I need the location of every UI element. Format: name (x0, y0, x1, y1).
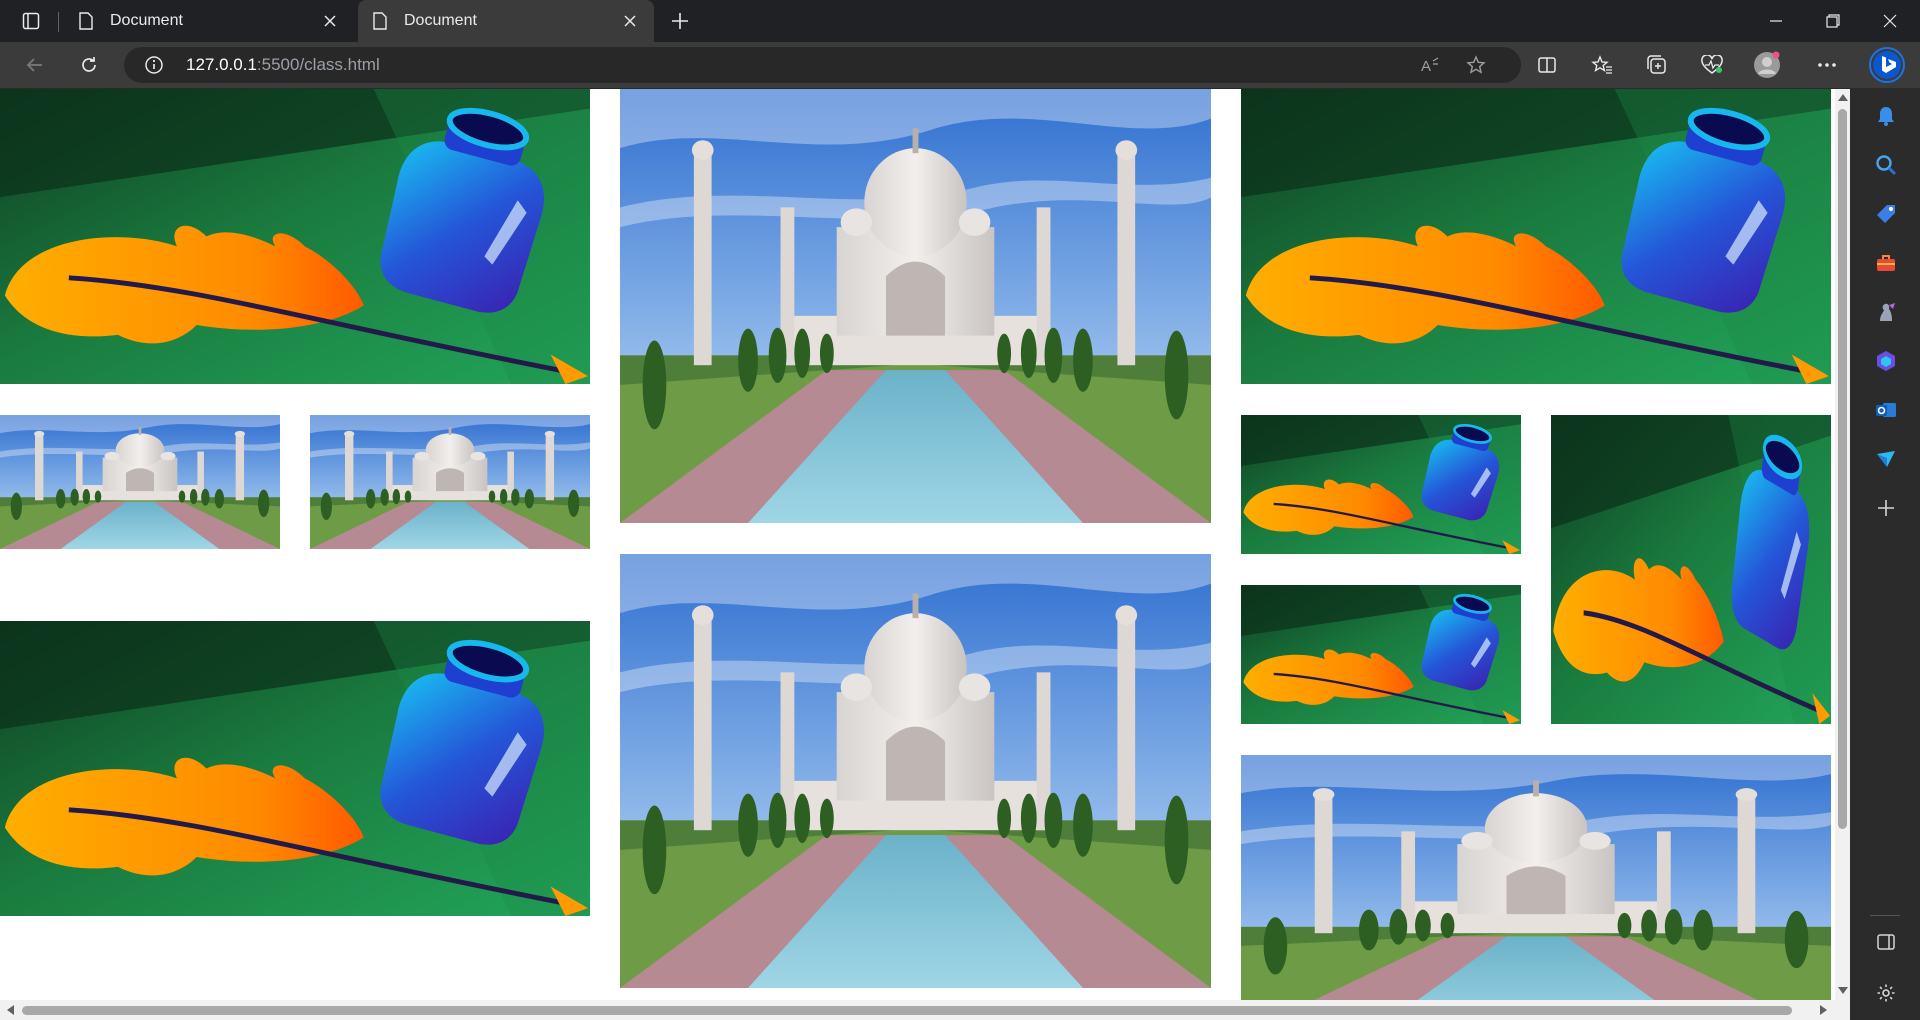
minimize-icon (1770, 20, 1782, 22)
taj-mahal-image (620, 89, 1211, 523)
minimize-button[interactable] (1748, 0, 1804, 42)
vertical-scrollbar[interactable] (1835, 89, 1850, 1000)
performance-button[interactable] (1695, 48, 1729, 82)
copilot-button[interactable] (1866, 45, 1908, 85)
tab-document-1[interactable]: Document (64, 0, 354, 42)
quill-ink-image (1241, 415, 1521, 554)
close-icon[interactable] (318, 9, 342, 33)
sidebar-divider (1870, 915, 1900, 916)
taj-mahal-image (310, 415, 590, 549)
copilot-m365-icon[interactable] (1873, 348, 1899, 374)
tab-title: Document (404, 12, 477, 29)
taj-mahal-image (620, 554, 1211, 988)
back-button[interactable] (18, 48, 52, 82)
settings-icon[interactable] (1873, 980, 1899, 1006)
quill-ink-image (1551, 415, 1831, 724)
restore-button[interactable] (1805, 0, 1861, 42)
more-icon (1818, 63, 1836, 67)
tab-actions-icon[interactable] (14, 6, 48, 36)
url-host: 127.0.0.1 (186, 55, 257, 74)
address-bar[interactable]: 127.0.0.1:5500/class.html A (124, 47, 1521, 83)
panel-icon[interactable] (1873, 929, 1899, 955)
close-icon (1883, 14, 1897, 28)
document-icon (78, 12, 96, 30)
scroll-down-icon[interactable] (1837, 985, 1848, 997)
refresh-button[interactable] (72, 48, 106, 82)
search-icon[interactable] (1873, 152, 1899, 178)
info-icon[interactable] (144, 55, 164, 75)
outlook-icon[interactable] (1873, 397, 1899, 423)
more-button[interactable] (1810, 48, 1844, 82)
scroll-left-icon[interactable] (4, 1004, 16, 1016)
profile-button[interactable] (1750, 48, 1784, 82)
shopping-tag-icon[interactable] (1873, 201, 1899, 227)
edge-sidebar (1850, 89, 1920, 1020)
horizontal-scrollbar[interactable] (0, 1000, 1835, 1020)
tab-title: Document (110, 12, 183, 29)
address-toolbar: 127.0.0.1:5500/class.html A (0, 42, 1920, 89)
scroll-up-icon[interactable] (1837, 91, 1848, 103)
horizontal-scroll-thumb[interactable] (22, 1006, 1792, 1015)
copilot-icon (1869, 47, 1905, 83)
taj-mahal-image (1241, 755, 1831, 1000)
quill-ink-image (0, 89, 590, 384)
collections-button[interactable] (1640, 48, 1674, 82)
tab-separator (58, 12, 59, 32)
title-bar: Document Document (0, 0, 1920, 42)
quill-ink-image (1241, 585, 1521, 724)
profile-icon (1754, 51, 1780, 78)
heart-pulse-icon (1701, 55, 1723, 74)
bell-icon[interactable] (1873, 103, 1899, 129)
close-window-button[interactable] (1862, 0, 1918, 42)
url-text[interactable]: 127.0.0.1:5500/class.html (186, 55, 380, 75)
restore-icon (1826, 14, 1840, 28)
url-path: :5500/class.html (256, 55, 380, 74)
quill-ink-image (0, 621, 590, 916)
favorites-button[interactable] (1585, 48, 1619, 82)
plus-icon (672, 13, 688, 29)
drop-icon[interactable] (1873, 446, 1899, 472)
close-icon[interactable] (618, 9, 642, 33)
quill-ink-image (1241, 89, 1831, 384)
games-icon[interactable] (1873, 299, 1899, 325)
refresh-icon (82, 57, 96, 72)
add-icon[interactable] (1873, 495, 1899, 521)
split-screen-button[interactable] (1530, 48, 1564, 82)
svg-text:A: A (1421, 58, 1431, 75)
scrollbar-corner (1835, 1000, 1850, 1020)
read-aloud-icon[interactable]: A (1419, 54, 1441, 76)
tab-document-2[interactable]: Document (358, 0, 654, 42)
toolbox-icon[interactable] (1873, 250, 1899, 276)
scroll-right-icon[interactable] (1818, 1004, 1830, 1016)
back-arrow-icon (26, 58, 42, 72)
collections-icon (1647, 55, 1666, 74)
star-icon[interactable] (1465, 54, 1487, 76)
favorites-icon (1591, 55, 1612, 74)
page-content (0, 89, 1835, 1000)
document-icon (372, 12, 390, 30)
split-screen-icon (1538, 57, 1556, 73)
vertical-scroll-thumb[interactable] (1838, 109, 1847, 829)
taj-mahal-image (0, 415, 280, 549)
new-tab-button[interactable] (664, 7, 696, 35)
